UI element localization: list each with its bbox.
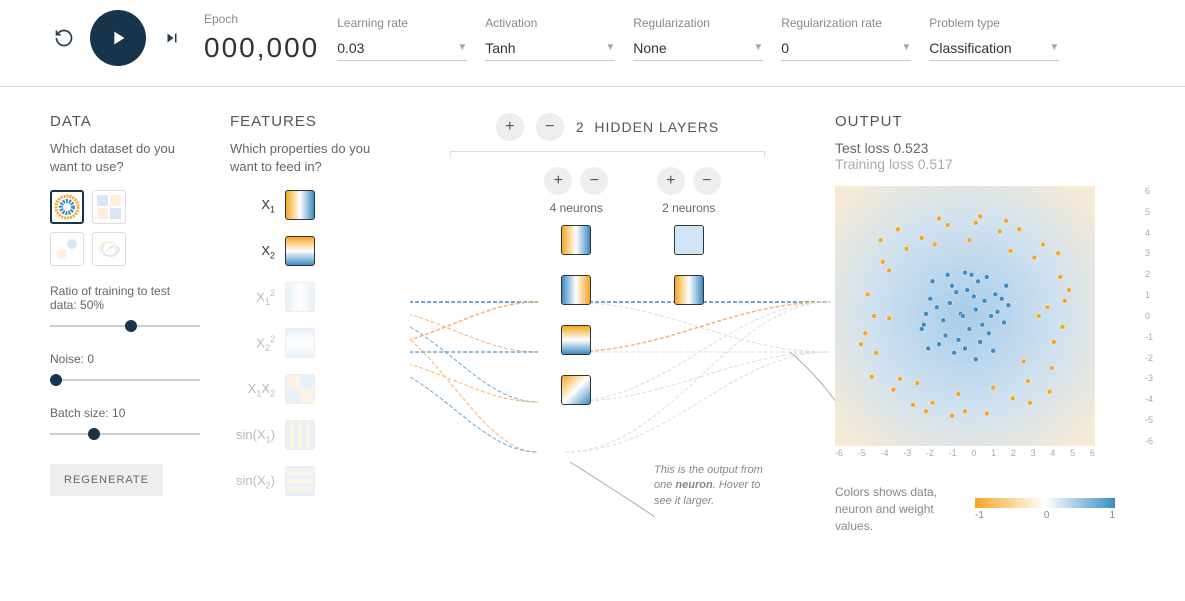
- feature-neuron[interactable]: [285, 282, 315, 312]
- feature-row: sin(X1): [230, 418, 380, 452]
- feature-label: sin(X1): [230, 427, 275, 445]
- chevron-down-icon: ▼: [457, 42, 467, 53]
- test-loss: Test loss 0.523: [835, 140, 1135, 156]
- hidden-layer-2: + − 2 neurons: [657, 167, 721, 405]
- feature-row: X2: [230, 234, 380, 268]
- legend-text: Colors shows data, neuron and weight val…: [835, 484, 955, 534]
- feature-neuron[interactable]: [285, 190, 315, 220]
- activation-select[interactable]: Tanh▼: [485, 36, 615, 61]
- data-title: DATA: [50, 113, 200, 130]
- feature-neuron[interactable]: [285, 466, 315, 496]
- dataset-spiral[interactable]: [92, 232, 126, 266]
- neuron-l2-1[interactable]: [674, 225, 704, 255]
- feature-row: sin(X2): [230, 464, 380, 498]
- regularization-control: Regularization None▼: [633, 16, 763, 61]
- features-list: X1X2X12X22X1X2sin(X1)sin(X2): [230, 188, 380, 498]
- feature-label: X1X2: [230, 381, 275, 399]
- features-subtitle: Which properties do you want to feed in?: [230, 140, 380, 176]
- dataset-xor[interactable]: [92, 190, 126, 224]
- epoch-label: Epoch: [204, 12, 319, 26]
- reg-rate-control: Regularization rate 0▼: [781, 16, 911, 61]
- neuron-l1-3[interactable]: [561, 325, 591, 355]
- ratio-label: Ratio of training to test data: 50%: [50, 284, 200, 312]
- chevron-down-icon: ▼: [753, 42, 763, 53]
- neuron-l1-4[interactable]: [561, 375, 591, 405]
- feature-row: X1: [230, 188, 380, 222]
- feature-row: X22: [230, 326, 380, 360]
- epoch-display: Epoch 000,000: [204, 12, 319, 64]
- feature-neuron[interactable]: [285, 328, 315, 358]
- output-plot: [835, 186, 1095, 446]
- remove-layer-button[interactable]: −: [536, 113, 564, 141]
- features-panel: FEATURES Which properties do you want to…: [230, 113, 380, 534]
- output-title: OUTPUT: [835, 113, 1135, 130]
- feature-label: X22: [230, 334, 275, 353]
- feature-label: sin(X2): [230, 473, 275, 491]
- train-loss: Training loss 0.517: [835, 156, 1135, 172]
- reg-rate-select[interactable]: 0▼: [781, 36, 911, 61]
- reg-select[interactable]: None▼: [633, 36, 763, 61]
- playback-controls: [50, 10, 186, 66]
- neuron-l1-1[interactable]: [561, 225, 591, 255]
- neuron-callout: This is the output from one neuron. Hove…: [654, 463, 774, 509]
- play-button[interactable]: [90, 10, 146, 66]
- reset-button[interactable]: [50, 24, 78, 52]
- hidden-layer-1: + − 4 neurons: [544, 167, 608, 405]
- neuron-l2-2[interactable]: [674, 275, 704, 305]
- layer2-count: 2 neurons: [662, 201, 715, 215]
- chevron-down-icon: ▼: [1049, 42, 1059, 53]
- lr-label: Learning rate: [337, 16, 467, 30]
- y-axis-ticks: 6543210-1-2-3-4-5-6: [1145, 186, 1153, 446]
- learning-rate-control: Learning rate 0.03▼: [337, 16, 467, 61]
- layer2-add-neuron[interactable]: +: [657, 167, 685, 195]
- chevron-down-icon: ▼: [605, 42, 615, 53]
- dataset-gauss[interactable]: [50, 232, 84, 266]
- chevron-down-icon: ▼: [901, 42, 911, 53]
- step-button[interactable]: [158, 24, 186, 52]
- neuron-l1-2[interactable]: [561, 275, 591, 305]
- top-bar: Epoch 000,000 Learning rate 0.03▼ Activa…: [0, 0, 1185, 87]
- layer1-add-neuron[interactable]: +: [544, 167, 572, 195]
- problem-label: Problem type: [929, 16, 1059, 30]
- activation-control: Activation Tanh▼: [485, 16, 615, 61]
- problem-type-control: Problem type Classification▼: [929, 16, 1059, 61]
- feature-label: X1: [230, 197, 275, 215]
- problem-select[interactable]: Classification▼: [929, 36, 1059, 61]
- dataset-grid: [50, 190, 200, 266]
- output-panel: OUTPUT Test loss 0.523 Training loss 0.5…: [835, 113, 1135, 534]
- layer1-count: 4 neurons: [550, 201, 603, 215]
- features-title: FEATURES: [230, 113, 380, 130]
- activation-label: Activation: [485, 16, 615, 30]
- epoch-value: 000,000: [204, 32, 319, 64]
- network-panel: + − 2 HIDDEN LAYERS: [410, 113, 805, 534]
- reg-rate-label: Regularization rate: [781, 16, 911, 30]
- batch-label: Batch size: 10: [50, 406, 200, 420]
- feature-label: X12: [230, 288, 275, 307]
- noise-label: Noise: 0: [50, 352, 200, 366]
- layer1-remove-neuron[interactable]: −: [580, 167, 608, 195]
- feature-label: X2: [230, 243, 275, 261]
- reg-label: Regularization: [633, 16, 763, 30]
- layer2-remove-neuron[interactable]: −: [693, 167, 721, 195]
- x-axis-ticks: -6-5-4-3-2-10123456: [835, 448, 1095, 462]
- gradient-labels: -101: [975, 510, 1115, 521]
- feature-neuron[interactable]: [285, 236, 315, 266]
- feature-row: X12: [230, 280, 380, 314]
- dataset-circle[interactable]: [50, 190, 84, 224]
- hidden-layers-title: 2 HIDDEN LAYERS: [576, 119, 719, 135]
- lr-select[interactable]: 0.03▼: [337, 36, 467, 61]
- regenerate-button[interactable]: REGENERATE: [50, 464, 163, 496]
- data-subtitle: Which dataset do you want to use?: [50, 140, 200, 176]
- feature-neuron[interactable]: [285, 374, 315, 404]
- feature-neuron[interactable]: [285, 420, 315, 450]
- color-gradient: [975, 498, 1115, 508]
- add-layer-button[interactable]: +: [496, 113, 524, 141]
- ratio-slider[interactable]: [50, 318, 200, 334]
- noise-slider[interactable]: [50, 372, 200, 388]
- data-panel: DATA Which dataset do you want to use? R…: [50, 113, 200, 534]
- feature-row: X1X2: [230, 372, 380, 406]
- batch-slider[interactable]: [50, 426, 200, 442]
